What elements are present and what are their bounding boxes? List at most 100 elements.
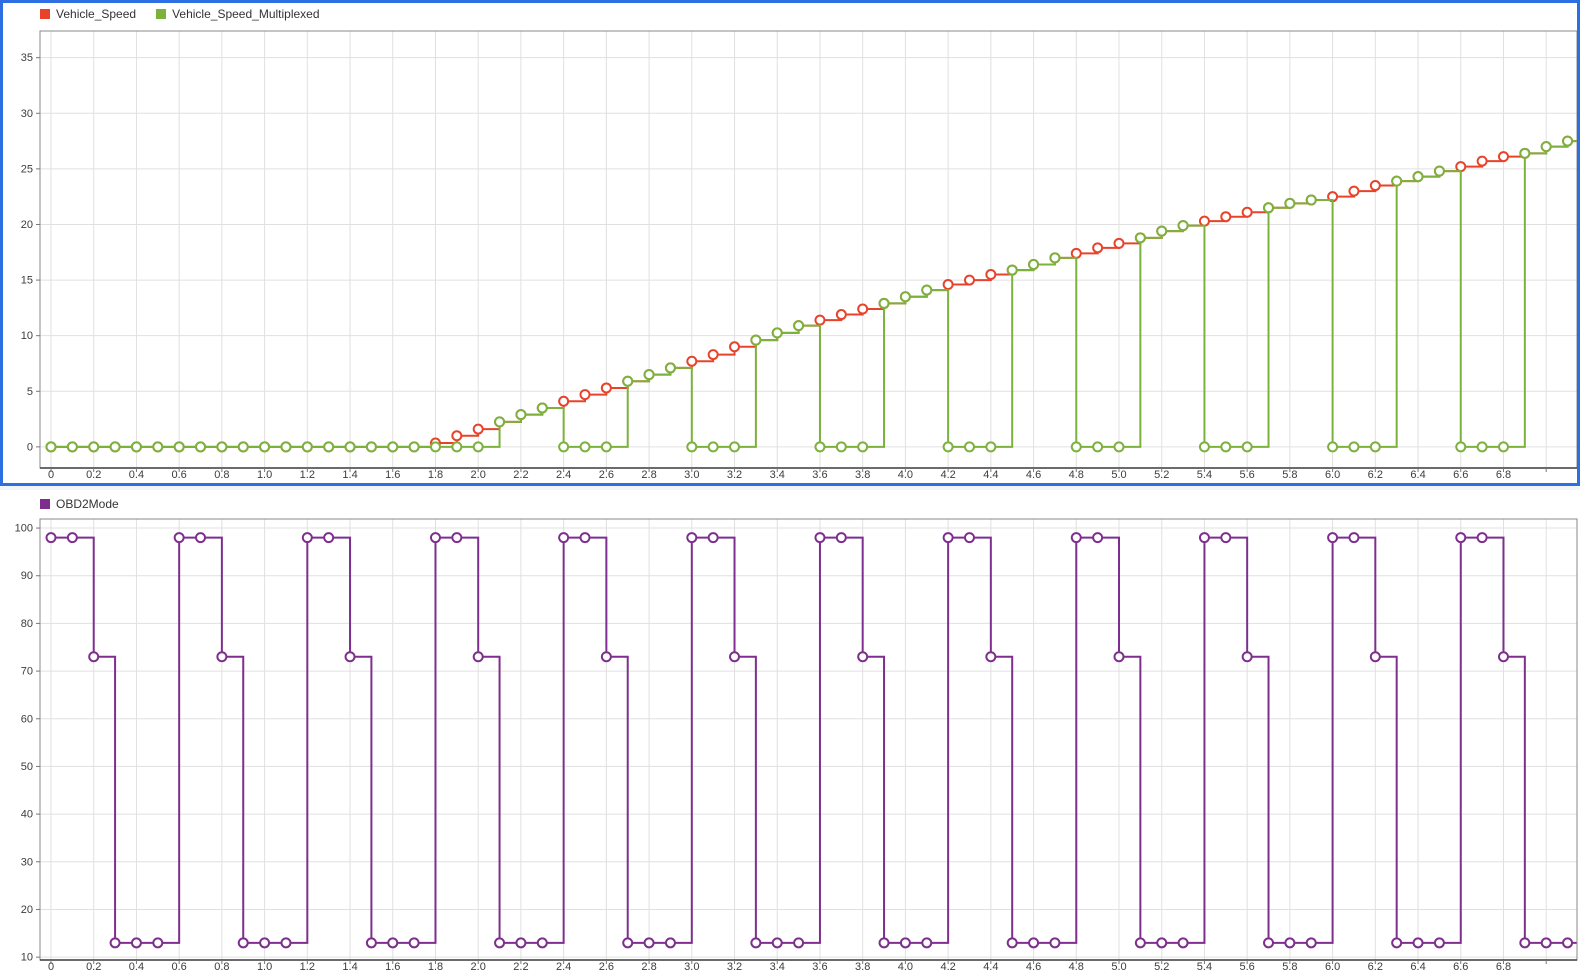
svg-text:40: 40 (21, 809, 33, 821)
svg-text:4.6: 4.6 (1026, 469, 1041, 481)
svg-text:0: 0 (48, 961, 54, 973)
svg-text:20: 20 (21, 904, 33, 916)
legend-label-obd2mode: OBD2Mode (56, 497, 119, 511)
svg-text:10: 10 (21, 330, 33, 342)
vehicle-speed-legend: Vehicle_Speed Vehicle_Speed_Multiplexed (40, 7, 320, 21)
svg-text:5.0: 5.0 (1111, 961, 1126, 973)
legend-item-obd2mode[interactable]: OBD2Mode (40, 497, 119, 511)
svg-text:2.4: 2.4 (556, 469, 571, 481)
svg-text:5.6: 5.6 (1240, 469, 1255, 481)
svg-text:6.8: 6.8 (1496, 961, 1511, 973)
obd2mode-plot-area[interactable]: 0 0.2 0.4 0.6 0.8 1.0 1.2 1.4 1.6 1.8 2.0 2.2 2.4 2.6… (0, 490, 1580, 974)
svg-text:6.2: 6.2 (1368, 469, 1383, 481)
obd2mode-color-chip (40, 499, 50, 509)
svg-text:80: 80 (21, 618, 33, 630)
legend-label-vehicle-speed: Vehicle_Speed (56, 7, 136, 21)
svg-text:0.8: 0.8 (214, 961, 229, 973)
svg-text:1.2: 1.2 (300, 469, 315, 481)
svg-text:10: 10 (21, 952, 33, 964)
svg-text:5.0: 5.0 (1111, 469, 1126, 481)
svg-text:5.4: 5.4 (1197, 469, 1212, 481)
svg-text:5.6: 5.6 (1240, 961, 1255, 973)
svg-text:0.4: 0.4 (129, 469, 144, 481)
legend-item-vehicle-speed-multiplexed[interactable]: Vehicle_Speed_Multiplexed (156, 7, 319, 21)
svg-text:3.4: 3.4 (770, 961, 785, 973)
svg-text:70: 70 (21, 666, 33, 678)
svg-text:1.4: 1.4 (342, 469, 357, 481)
legend-item-vehicle-speed[interactable]: Vehicle_Speed (40, 7, 136, 21)
svg-text:1.4: 1.4 (342, 961, 357, 973)
svg-text:20: 20 (21, 219, 33, 231)
svg-text:0.2: 0.2 (86, 469, 101, 481)
svg-text:6.6: 6.6 (1453, 469, 1468, 481)
svg-text:2.2: 2.2 (513, 961, 528, 973)
svg-text:0.6: 0.6 (172, 961, 187, 973)
svg-text:25: 25 (21, 163, 33, 175)
svg-text:1.2: 1.2 (300, 961, 315, 973)
svg-text:1.0: 1.0 (257, 469, 272, 481)
svg-text:4.6: 4.6 (1026, 961, 1041, 973)
svg-text:2.8: 2.8 (641, 961, 656, 973)
svg-text:4.8: 4.8 (1069, 961, 1084, 973)
svg-text:1.6: 1.6 (385, 961, 400, 973)
svg-text:3.6: 3.6 (812, 469, 827, 481)
svg-text:0.2: 0.2 (86, 961, 101, 973)
svg-text:0.6: 0.6 (172, 469, 187, 481)
vehicle-speed-color-chip (40, 9, 50, 19)
svg-text:60: 60 (21, 713, 33, 725)
svg-text:2.4: 2.4 (556, 961, 571, 973)
svg-text:6.2: 6.2 (1368, 961, 1383, 973)
svg-text:4.8: 4.8 (1069, 469, 1084, 481)
svg-text:3.4: 3.4 (770, 469, 785, 481)
svg-text:2.6: 2.6 (599, 961, 614, 973)
legend-label-vehicle-speed-multiplexed: Vehicle_Speed_Multiplexed (172, 7, 319, 21)
svg-text:3.8: 3.8 (855, 961, 870, 973)
svg-text:1.6: 1.6 (385, 469, 400, 481)
svg-text:6.4: 6.4 (1410, 469, 1425, 481)
svg-text:5.8: 5.8 (1282, 469, 1297, 481)
svg-text:4.2: 4.2 (940, 961, 955, 973)
svg-text:0: 0 (48, 469, 54, 481)
svg-text:15: 15 (21, 275, 33, 287)
svg-text:2.6: 2.6 (599, 469, 614, 481)
svg-text:0.8: 0.8 (214, 469, 229, 481)
svg-text:3.0: 3.0 (684, 961, 699, 973)
svg-text:4.0: 4.0 (898, 961, 913, 973)
svg-text:3.0: 3.0 (684, 469, 699, 481)
svg-text:90: 90 (21, 570, 33, 582)
obd2mode-subplot[interactable]: OBD2Mode 0 0.2 0.4 0.6 0.8 1.0 1.2 1.4 1.6 1.8 2.0… (0, 490, 1580, 974)
svg-text:2.2: 2.2 (513, 469, 528, 481)
svg-text:5.4: 5.4 (1197, 961, 1212, 973)
svg-text:2.0: 2.0 (471, 961, 486, 973)
svg-text:6.0: 6.0 (1325, 469, 1340, 481)
svg-text:3.2: 3.2 (727, 469, 742, 481)
vehicle-speed-plot-area[interactable]: 0 0.2 0.4 0.6 0.8 1.0 1.2 1.4 1.6 1.8 2.0 2.2 2.4 2.6… (0, 0, 1580, 486)
svg-text:1.8: 1.8 (428, 961, 443, 973)
svg-text:5.2: 5.2 (1154, 469, 1169, 481)
svg-text:6.0: 6.0 (1325, 961, 1340, 973)
vehicle-speed-subplot[interactable]: Vehicle_Speed Vehicle_Speed_Multiplexed … (0, 0, 1580, 486)
svg-text:1.8: 1.8 (428, 469, 443, 481)
svg-text:0.4: 0.4 (129, 961, 144, 973)
svg-text:6.6: 6.6 (1453, 961, 1468, 973)
svg-text:4.0: 4.0 (898, 469, 913, 481)
svg-text:50: 50 (21, 761, 33, 773)
svg-text:2.8: 2.8 (641, 469, 656, 481)
obd2mode-legend: OBD2Mode (40, 497, 119, 511)
svg-text:4.2: 4.2 (940, 469, 955, 481)
svg-text:6.4: 6.4 (1410, 961, 1425, 973)
svg-text:5: 5 (27, 386, 33, 398)
svg-text:3.8: 3.8 (855, 469, 870, 481)
svg-text:30: 30 (21, 108, 33, 120)
svg-text:4.4: 4.4 (983, 469, 998, 481)
svg-text:100: 100 (15, 523, 33, 535)
vehicle-speed-multiplexed-color-chip (156, 9, 166, 19)
svg-text:35: 35 (21, 52, 33, 64)
svg-text:1.0: 1.0 (257, 961, 272, 973)
svg-text:30: 30 (21, 856, 33, 868)
svg-text:4.4: 4.4 (983, 961, 998, 973)
svg-text:5.8: 5.8 (1282, 961, 1297, 973)
svg-text:3.6: 3.6 (812, 961, 827, 973)
svg-text:5.2: 5.2 (1154, 961, 1169, 973)
svg-text:2.0: 2.0 (471, 469, 486, 481)
